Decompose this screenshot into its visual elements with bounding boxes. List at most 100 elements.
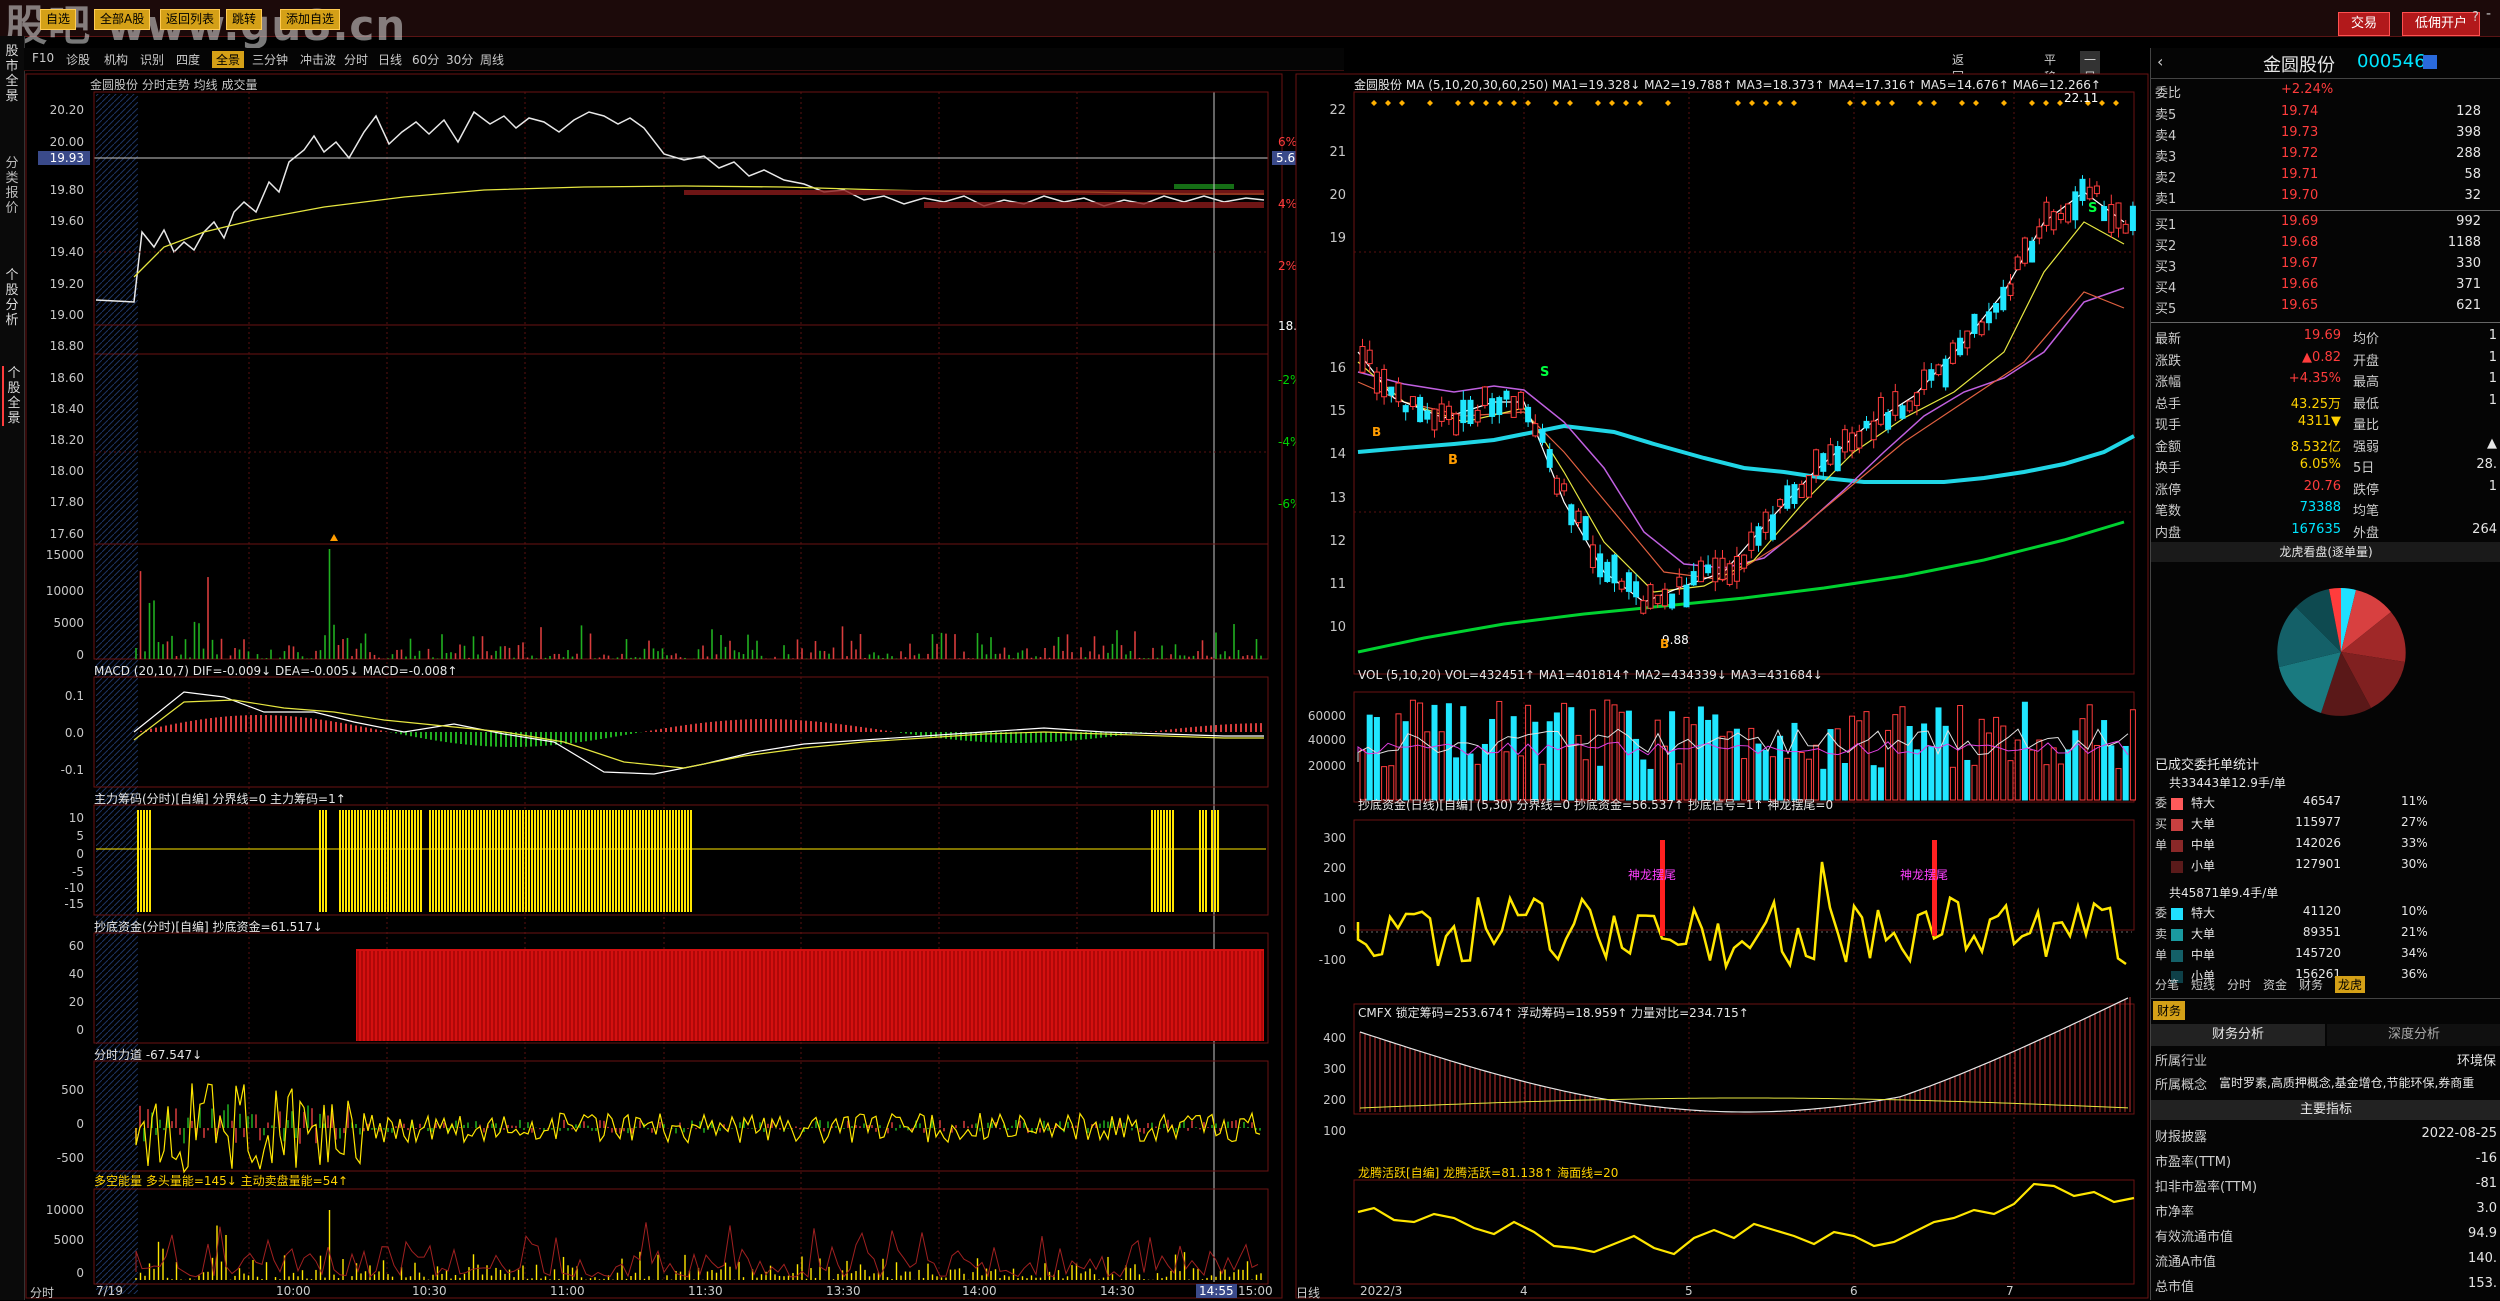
top-btn-5[interactable]: 添加自选 [280,9,341,30]
stat-value: 264 [2472,521,2497,537]
daily-volume-bar [1366,714,1373,801]
fin-tab[interactable]: 财务 [2153,1001,2186,1020]
candle-body [1705,564,1712,574]
back-arrow-icon[interactable]: ‹ [2157,52,2163,71]
candle-body [1474,409,1481,423]
deep-analysis-tab[interactable]: 深度分析 [2327,1024,2500,1046]
candle-body [2057,212,2064,221]
daily-volume-bar [1870,765,1877,801]
quote-tab[interactable]: 短线 [2191,976,2215,993]
tab-stock-analysis[interactable]: 个股分析 [2,268,22,328]
quote-tab[interactable]: 分时 [2227,976,2251,993]
top-btn-1[interactable]: 自选 [40,9,77,30]
tb-daily[interactable]: 日线 [378,51,402,68]
daily-volume-bar [1978,718,1985,801]
svg-text:16: 16 [1329,361,1346,376]
tb-identify[interactable]: 识别 [140,51,164,68]
daily-volume-bar [2129,709,2136,801]
top-btn-3[interactable]: 返回列表 [160,9,221,30]
tb-fourdegree[interactable]: 四度 [176,51,200,68]
candle-body [1503,390,1510,400]
time-axis-mode[interactable]: 分时 [30,1284,54,1301]
tb-weekly[interactable]: 周线 [480,51,504,68]
candle-body [1827,444,1834,465]
svg-text:0: 0 [76,648,84,662]
candle-body [1697,560,1704,583]
daily-volume-bar [1827,729,1834,801]
zljm-header: 主力筹码(分时)[自编] 分界线=0 主力筹码=1↑ [94,792,346,806]
stat-value: 1 [2488,371,2497,386]
svg-text:60: 60 [69,939,84,953]
daily-volume-bar [1712,714,1719,801]
stat-label: 最低 [2353,396,2380,412]
industry-value: 环境保 [2457,1054,2497,1069]
daily-volume-bar [1892,714,1899,801]
candle-body [1971,313,1978,334]
buy-pct: 11% [2401,794,2428,808]
tb-timeshare[interactable]: 分时 [344,51,368,68]
candle-body [1381,368,1388,398]
candle-body [1395,382,1402,403]
svg-text:-15: -15 [64,897,84,911]
candle-body [2021,237,2028,264]
top-btn-4[interactable]: 跳转 [226,9,263,30]
candle-body [1366,349,1373,365]
candle-body [1993,303,2000,313]
top-btn-2[interactable]: 全部A股 [94,9,151,30]
daily-axis-mode[interactable]: 日线 [1296,1284,1320,1301]
tb-shockwave[interactable]: 冲击波 [300,51,336,68]
candle-body [1683,584,1690,608]
minimize-icon[interactable]: - [2486,6,2491,22]
fin-value: 140. [2468,1251,2497,1266]
daily-axis-label: 6 [1850,1284,1858,1298]
candle-body [2000,286,2007,311]
candle-body [1561,483,1568,492]
tab-market-overview[interactable]: 股市全景 [2,44,22,104]
tab-stock-overview[interactable]: 个股全景 [2,366,24,426]
sell-type: 中单 [2191,948,2216,962]
fin-analysis-tab[interactable]: 财务分析 [2151,1024,2325,1046]
fsld-header: 分时力道 -67.547↓ [94,1048,203,1062]
quote-tab[interactable]: 财务 [2299,976,2323,993]
candle-body [1834,446,1841,472]
tab-category-quote[interactable]: 分类报价 [2,156,22,216]
ask-volume: 288 [2456,146,2481,161]
open-account-button[interactable]: 低佣开户 [2402,12,2481,36]
stat-value: 28. [2476,457,2497,472]
candle-body [1633,581,1640,598]
sell-count: 89351 [2302,925,2341,939]
candle-body [1402,405,1409,413]
candle-body [1863,420,1870,429]
tb-panorama[interactable]: 全景 [212,51,245,68]
quote-tab[interactable]: 龙虎 [2335,976,2366,993]
daily-volume-bar [1985,732,1992,801]
weibi-value: +2.24% [2281,82,2334,97]
stat-value: 1 [2488,478,2497,494]
quote-tab[interactable]: 资金 [2263,976,2287,993]
svg-text:60000: 60000 [1308,709,1346,723]
sell-total: 共45871单9.4手/单 [2169,886,2279,900]
tb-institution[interactable]: 机构 [104,51,128,68]
tb-60min[interactable]: 60分 [412,51,439,68]
svg-text:20: 20 [69,995,84,1009]
trade-button[interactable]: 交易 [2338,12,2391,36]
daily-volume-bar [1373,717,1380,801]
tb-30min[interactable]: 30分 [446,51,473,68]
tb-diagnose[interactable]: 诊股 [66,51,90,68]
bid-volume: 621 [2456,298,2481,313]
tb-3min[interactable]: 三分钟 [252,51,288,68]
daily-volume-bar [1431,704,1438,801]
quote-tab[interactable]: 分笔 [2155,976,2179,993]
daily-volume-bar [1683,716,1690,801]
daily-volume-bar [1741,758,1748,801]
candle-body [1532,423,1539,437]
tb-f10[interactable]: F10 [32,51,54,65]
fin-value: 94.9 [2468,1226,2497,1241]
time-axis-label: 11:30 [688,1284,723,1298]
candle-body [2122,223,2129,234]
help-icon[interactable]: ? [2472,10,2479,25]
fin-value: -16 [2475,1151,2497,1166]
sell-type: 大单 [2191,927,2216,941]
daily-volume-bar [1719,735,1726,801]
bid-label: 买3 [2155,260,2177,275]
